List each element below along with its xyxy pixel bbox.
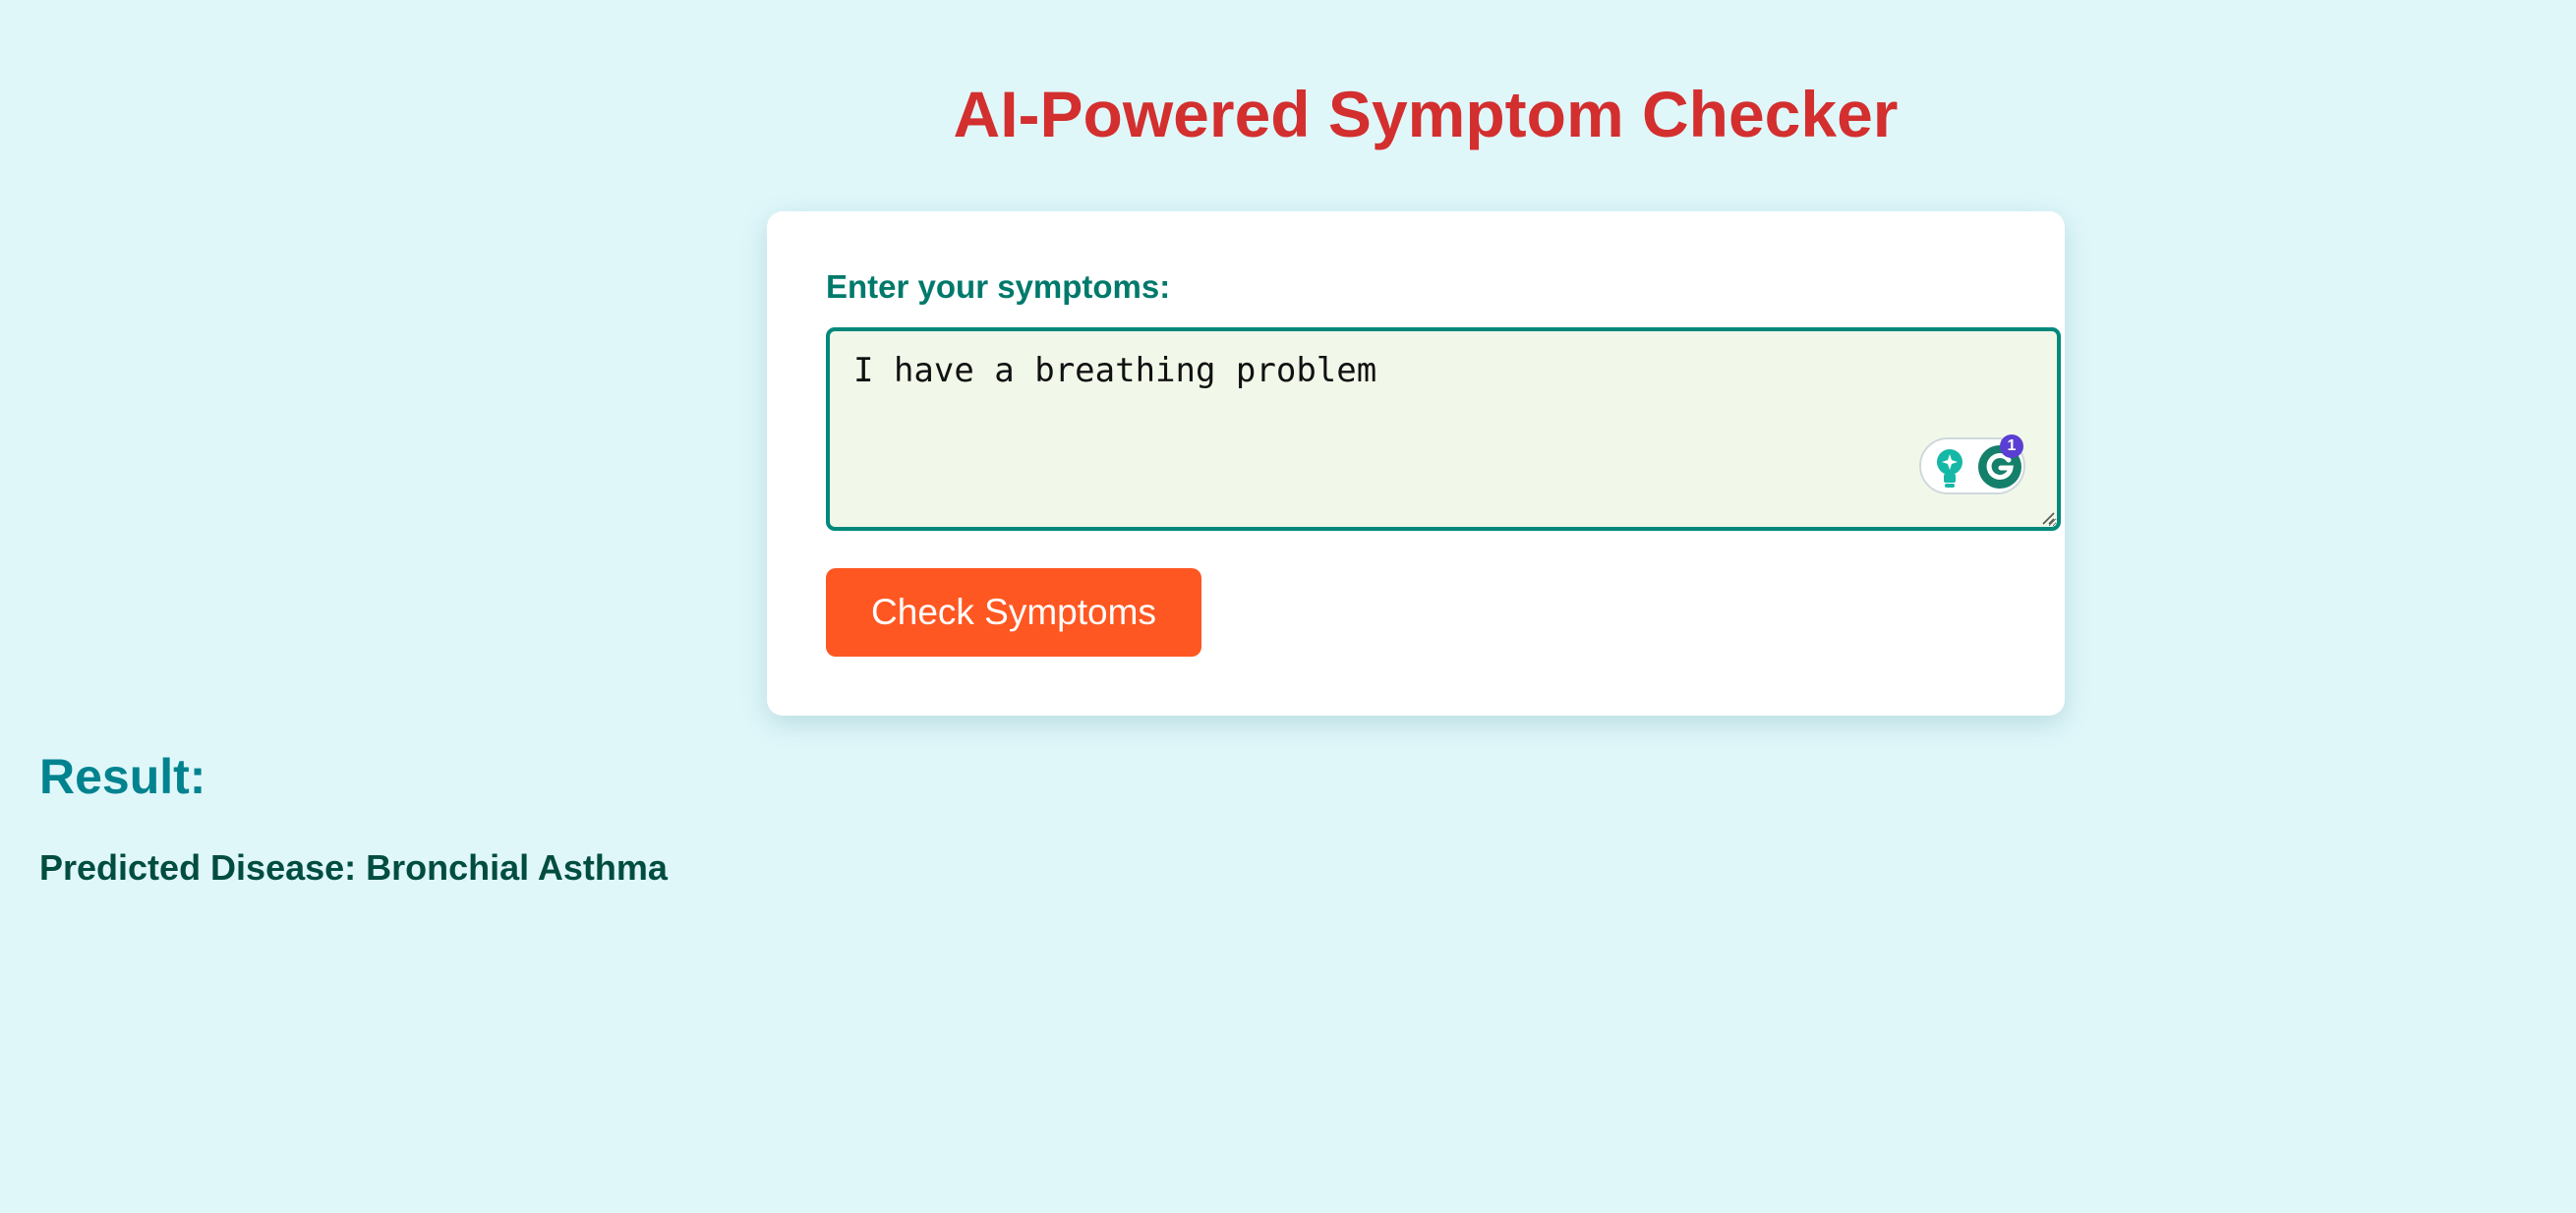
page-title: AI-Powered Symptom Checker — [953, 78, 1899, 150]
resize-handle-icon[interactable] — [2039, 509, 2055, 525]
symptoms-input[interactable]: I have a breathing problem — [826, 327, 2061, 531]
predicted-disease-text: Predicted Disease: Bronchial Asthma — [39, 847, 668, 888]
lightbulb-icon[interactable] — [1933, 447, 1966, 489]
check-symptoms-button[interactable]: Check Symptoms — [826, 568, 1201, 657]
notification-badge: 1 — [2000, 434, 2023, 458]
symptoms-label: Enter your symptoms: — [826, 268, 1171, 305]
result-heading: Result: — [39, 749, 206, 804]
symptom-form-card: Enter your symptoms: I have a breathing … — [767, 211, 2065, 716]
